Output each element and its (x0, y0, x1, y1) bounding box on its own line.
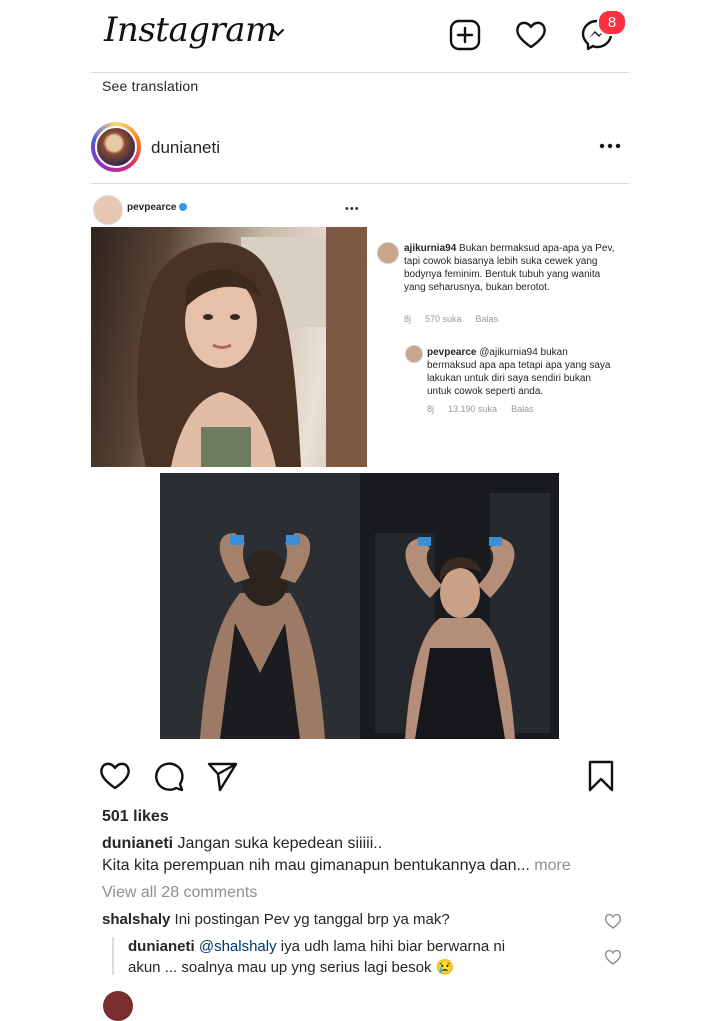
header-divider (91, 72, 629, 73)
embedded-comment-1-meta: 8j 570 suka Balas (404, 314, 499, 324)
avatar[interactable] (95, 126, 137, 168)
caption-username[interactable]: dunianeti (102, 835, 173, 852)
post-divider (91, 183, 629, 184)
see-translation-link[interactable]: See translation (102, 78, 198, 94)
likes-count[interactable]: 501 likes (102, 808, 169, 826)
embedded-gym-photo (160, 473, 559, 739)
embedded-avatar (93, 195, 123, 225)
reply-like-heart-icon[interactable] (604, 948, 622, 966)
instagram-logo[interactable]: Instagram (104, 10, 277, 50)
embedded-comment-2-meta: 8j 13.190 suka Balas (427, 404, 534, 414)
more-link[interactable]: more (534, 857, 570, 874)
mention-link[interactable]: @shalshaly (199, 938, 277, 955)
reply-thread-line (112, 937, 114, 975)
caption-line-2: Kita kita perempuan nih mau gimanapun be… (102, 857, 571, 874)
plus-square-icon[interactable] (448, 18, 482, 52)
messenger-badge: 8 (597, 9, 627, 36)
comment-like-heart-icon[interactable] (604, 912, 622, 930)
reply-row-line-2: akun ... soalnya mau up yng serius lagi … (128, 959, 455, 976)
view-all-comments-link[interactable]: View all 28 comments (102, 884, 257, 902)
like-heart-icon[interactable] (98, 759, 132, 793)
more-horizontal-icon[interactable] (597, 139, 623, 153)
embedded-more-icon: ••• (345, 203, 360, 215)
verified-badge-icon (179, 203, 188, 212)
comment-icon[interactable] (152, 759, 186, 793)
embedded-username: pevpearce (127, 202, 188, 213)
caption-line-1: dunianeti Jangan suka kepedean siiiii.. (102, 835, 383, 852)
heart-icon[interactable] (514, 18, 548, 52)
comment-row: shalshaly Ini postingan Pev yg tanggal b… (102, 911, 450, 928)
reply-avatar (405, 345, 423, 363)
chevron-down-icon[interactable] (271, 26, 285, 40)
embedded-comment-1: ajikurnia94 Bukan bermaksud apa-apa ya P… (404, 243, 615, 293)
comment-avatar (377, 242, 399, 264)
post-username[interactable]: dunianeti (151, 138, 220, 158)
next-post-avatar[interactable] (103, 991, 133, 1021)
embedded-portrait-photo (91, 227, 367, 467)
reply-username[interactable]: dunianeti (128, 938, 195, 955)
send-icon[interactable] (205, 759, 239, 793)
comment-username[interactable]: shalshaly (102, 911, 170, 928)
reply-row: dunianeti @shalshaly iya udh lama hihi b… (128, 938, 506, 955)
embedded-comment-2: pevpearce @ajikurnia94 bukan bermaksud a… (427, 347, 611, 397)
bookmark-icon[interactable] (584, 759, 618, 793)
